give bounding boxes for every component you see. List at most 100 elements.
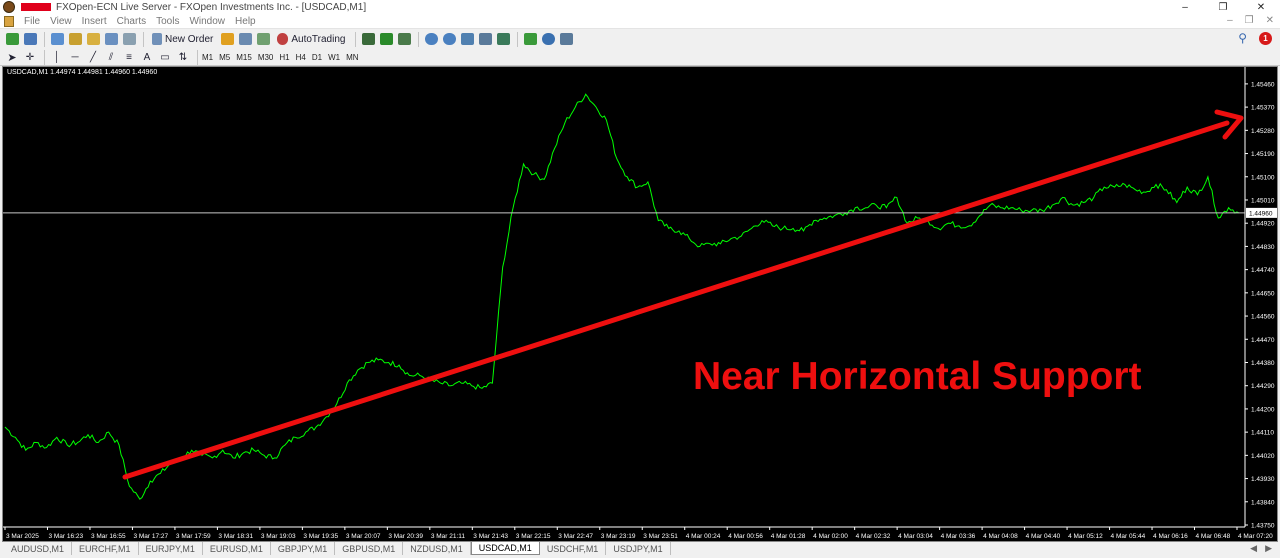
search-icon[interactable]: ⚲ bbox=[1238, 31, 1247, 45]
autotrading-label: AutoTrading bbox=[291, 33, 346, 45]
tab-gbpjpy-m1[interactable]: GBPJPY,M1 bbox=[271, 542, 336, 555]
timeframe-m30[interactable]: M30 bbox=[258, 53, 274, 62]
new-order-button[interactable]: New Order bbox=[148, 31, 217, 47]
horizontal-line-tool[interactable]: ─ bbox=[67, 49, 83, 65]
market-button[interactable] bbox=[255, 31, 271, 47]
minimize-button[interactable]: – bbox=[1166, 0, 1204, 14]
cursor-tool[interactable]: ➤ bbox=[4, 49, 20, 65]
y-tick-label: 1.44290 bbox=[1251, 383, 1275, 390]
line-chart-icon bbox=[397, 33, 411, 45]
timeframe-w1[interactable]: W1 bbox=[328, 53, 340, 62]
y-tick-label: 1.45460 bbox=[1251, 81, 1275, 88]
chart-window-icon[interactable] bbox=[4, 15, 14, 27]
tile-windows-button[interactable] bbox=[459, 31, 475, 47]
navigator-button[interactable] bbox=[85, 31, 101, 47]
x-tick-label: 3 Mar 19:35 bbox=[303, 533, 338, 540]
title-bar: FXOpen-ECN Live Server - FXOpen Investme… bbox=[0, 0, 1280, 14]
periods-button[interactable] bbox=[540, 31, 556, 47]
tab-usdcad-m1[interactable]: USDCAD,M1 bbox=[470, 542, 540, 555]
bar-chart-button[interactable] bbox=[360, 31, 376, 47]
strategy-tester-button[interactable] bbox=[121, 31, 137, 47]
timeframe-d1[interactable]: D1 bbox=[312, 53, 322, 62]
child-minimize-button[interactable]: – bbox=[1227, 15, 1233, 26]
channel-tool[interactable]: ⫽ bbox=[103, 49, 119, 65]
tab-audusd-m1[interactable]: AUDUSD,M1 bbox=[4, 542, 73, 555]
menu-file[interactable]: File bbox=[24, 16, 40, 27]
tab-usdjpy-m1[interactable]: USDJPY,M1 bbox=[606, 542, 671, 555]
timeframe-m1[interactable]: M1 bbox=[202, 53, 213, 62]
zoom-out-button[interactable] bbox=[441, 31, 457, 47]
tab-scroll-left-icon[interactable]: ◀ bbox=[1250, 543, 1257, 554]
timeframe-m15[interactable]: M15 bbox=[236, 53, 252, 62]
candlesticks-button[interactable] bbox=[378, 31, 394, 47]
x-tick-label: 4 Mar 05:12 bbox=[1068, 533, 1103, 540]
tab-scroll-right-icon[interactable]: ▶ bbox=[1265, 543, 1272, 554]
y-tick-label: 1.43750 bbox=[1251, 523, 1275, 530]
x-tick-label: 3 Mar 23:19 bbox=[601, 533, 636, 540]
child-restore-button[interactable]: ❐ bbox=[1245, 15, 1254, 26]
text-tool[interactable]: A bbox=[139, 49, 155, 65]
price-chart[interactable]: 1.45460 1.45370 1.45280 1.45190 1.45100 1.450… bbox=[3, 67, 1277, 541]
tab-nzdusd-m1[interactable]: NZDUSD,M1 bbox=[403, 542, 471, 555]
notification-badge[interactable]: 1 bbox=[1259, 31, 1272, 45]
metaeditor-button[interactable] bbox=[219, 31, 235, 47]
autotrading-icon bbox=[277, 33, 289, 45]
menu-tools[interactable]: Tools bbox=[156, 16, 179, 27]
signals-button[interactable] bbox=[237, 31, 253, 47]
x-tick-label: 3 Mar 16:55 bbox=[91, 533, 126, 540]
autotrading-button[interactable]: AutoTrading bbox=[273, 31, 349, 47]
tab-eurchf-m1[interactable]: EURCHF,M1 bbox=[72, 542, 139, 555]
x-tick-label: 3 Mar 23:51 bbox=[643, 533, 678, 540]
new-chart-button[interactable] bbox=[4, 31, 20, 47]
menu-insert[interactable]: Insert bbox=[82, 16, 107, 27]
timeframe-mn[interactable]: MN bbox=[346, 53, 358, 62]
templates-button[interactable] bbox=[558, 31, 574, 47]
terminal-button[interactable] bbox=[103, 31, 119, 47]
chart-shift-button[interactable] bbox=[477, 31, 493, 47]
chart-window[interactable]: 1.45460 1.45370 1.45280 1.45190 1.45100 1.450… bbox=[2, 66, 1278, 542]
navigator-icon bbox=[86, 33, 100, 45]
trendline-tool[interactable]: ╱ bbox=[85, 49, 101, 65]
close-button[interactable]: ✕ bbox=[1242, 0, 1280, 14]
timeframe-h4[interactable]: H4 bbox=[296, 53, 306, 62]
y-tick-label: 1.44650 bbox=[1251, 290, 1275, 297]
indicators-icon bbox=[523, 33, 537, 45]
autoscroll-button[interactable] bbox=[495, 31, 511, 47]
maximize-button[interactable]: ❐ bbox=[1204, 0, 1242, 14]
timeframe-h1[interactable]: H1 bbox=[279, 53, 289, 62]
annotation-text: Near Horizontal Support bbox=[693, 355, 1142, 398]
fibonacci-tool[interactable]: ≡ bbox=[121, 49, 137, 65]
arrows-tool[interactable]: ⇅ bbox=[175, 49, 191, 65]
profiles-icon bbox=[23, 33, 37, 45]
tab-eurjpy-m1[interactable]: EURJPY,M1 bbox=[139, 542, 203, 555]
market-watch-icon bbox=[50, 33, 64, 45]
tab-gbpusd-m1[interactable]: GBPUSD,M1 bbox=[335, 542, 404, 555]
signals-icon bbox=[238, 33, 252, 45]
label-tool[interactable]: ▭ bbox=[157, 49, 173, 65]
window-controls: – ❐ ✕ bbox=[1166, 0, 1280, 14]
vertical-line-tool[interactable]: │ bbox=[49, 49, 65, 65]
timeframe-m5[interactable]: M5 bbox=[219, 53, 230, 62]
chart-shift-icon bbox=[478, 33, 492, 45]
zoom-in-icon bbox=[424, 33, 438, 45]
menu-window[interactable]: Window bbox=[189, 16, 225, 27]
menu-charts[interactable]: Charts bbox=[117, 16, 146, 27]
x-tick-label: 4 Mar 05:44 bbox=[1111, 533, 1146, 540]
child-close-button[interactable]: ✕ bbox=[1266, 15, 1274, 26]
x-tick-label: 3 Mar 20:39 bbox=[388, 533, 423, 540]
menu-help[interactable]: Help bbox=[235, 16, 256, 27]
tab-eurusd-m1[interactable]: EURUSD,M1 bbox=[203, 542, 271, 555]
data-window-button[interactable] bbox=[67, 31, 83, 47]
menu-view[interactable]: View bbox=[50, 16, 72, 27]
profiles-button[interactable] bbox=[22, 31, 38, 47]
line-chart-button[interactable] bbox=[396, 31, 412, 47]
zoom-in-button[interactable] bbox=[423, 31, 439, 47]
market-watch-button[interactable] bbox=[49, 31, 65, 47]
x-tick-label: 4 Mar 03:36 bbox=[941, 533, 976, 540]
crosshair-tool[interactable]: ✛ bbox=[22, 49, 38, 65]
indicators-button[interactable] bbox=[522, 31, 538, 47]
tab-usdchf-m1[interactable]: USDCHF,M1 bbox=[540, 542, 607, 555]
current-price-label: 1.44960 bbox=[1249, 210, 1273, 217]
x-tick-label: 3 Mar 22:47 bbox=[558, 533, 593, 540]
toolbar-separator bbox=[517, 31, 519, 47]
